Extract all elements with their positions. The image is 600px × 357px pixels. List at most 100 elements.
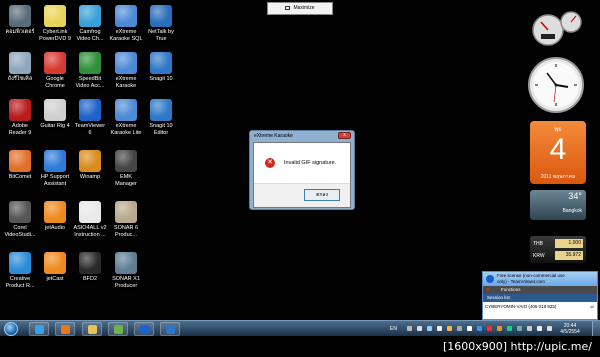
currency-gadget[interactable]: THB 1.000 KRW 35.972 — [530, 236, 586, 263]
taskbar-explorer-button[interactable] — [82, 322, 102, 336]
desktop-icon[interactable]: NetTalk by True — [141, 5, 181, 42]
desktop-icon[interactable]: BFD2 — [70, 252, 110, 283]
app-icon — [150, 99, 172, 121]
desktop-icon-label: Camfrog Video Ch... — [76, 29, 104, 42]
image-caption: [1600x900] http://upic.me/ — [0, 336, 600, 357]
calendar-day-number: 4 — [549, 133, 567, 166]
app-icon — [115, 201, 137, 223]
desktop-icon-label: EMK Manager — [115, 174, 137, 187]
desktop-icon[interactable]: HP Support Assistant — [35, 150, 75, 187]
desktop-icon-label: คอมพิวเตอร์ — [5, 29, 35, 35]
desktop-icon[interactable]: Google Chrome — [35, 52, 75, 89]
tray-icon[interactable] — [427, 326, 432, 331]
desktop-icon[interactable]: SpeedBit Video Acc... — [70, 52, 110, 89]
desktop-icon[interactable]: Winamp — [70, 150, 110, 181]
volume-icon[interactable] — [537, 326, 542, 331]
app-icon — [9, 201, 31, 223]
desktop-icon[interactable]: eXtreme Karaoke SQL — [106, 5, 146, 42]
desktop-icon[interactable]: คอมพิวเตอร์ — [0, 5, 40, 36]
app-icon — [9, 252, 31, 274]
desktop-icon[interactable]: Snagit 10 Editor — [141, 99, 181, 136]
desktop-icon[interactable]: Adobe Reader 9 — [0, 99, 40, 136]
desktop-icon[interactable]: jetCast — [35, 252, 75, 283]
start-button[interactable] — [4, 322, 18, 336]
desktop-icon[interactable]: Corel VideoStudi... — [0, 201, 40, 238]
show-desktop-button[interactable] — [592, 321, 600, 337]
desktop-icon[interactable]: TeamViewer 6 — [70, 99, 110, 136]
clock[interactable]: 20:44 4/5/2554 — [558, 323, 582, 335]
taskbar-ie-button[interactable] — [29, 322, 49, 336]
media-player-icon — [61, 325, 70, 334]
desktop-icon-label: BitComet — [8, 174, 32, 180]
dialog-title-bar[interactable]: eXtreme Karaoke x — [250, 131, 354, 141]
tray-icon[interactable] — [457, 326, 462, 331]
desktop-icon[interactable]: Creative Product R... — [0, 252, 40, 289]
currency-value: 35.972 — [555, 251, 583, 260]
weather-gadget[interactable]: 34° Bangkok — [530, 190, 586, 220]
desktop-icon-label: Snagit 10 Editor — [149, 123, 173, 136]
tray-icon[interactable] — [497, 326, 502, 331]
desktop-icon[interactable]: Snagit 10 — [141, 52, 181, 83]
tray-icon[interactable] — [417, 326, 422, 331]
desktop-icon[interactable]: ถังรีไซเคิล — [0, 52, 40, 83]
tray-icon[interactable] — [477, 326, 482, 331]
calendar-gadget[interactable]: พุธ 4 2011 พฤษภาคม — [530, 121, 586, 184]
desktop-icon[interactable]: jetAudio — [35, 201, 75, 232]
folder-icon — [88, 325, 97, 334]
taskbar-karaoke-button[interactable] — [108, 322, 128, 336]
ok-button[interactable]: ตกลง — [304, 189, 340, 201]
tray-icon[interactable] — [517, 326, 522, 331]
app-icon — [79, 99, 101, 121]
desktop-icon-label: Creative Product R... — [5, 276, 35, 289]
app-icon — [79, 201, 101, 223]
cpu-meter-gadget[interactable] — [531, 8, 583, 48]
app-icon — [44, 201, 66, 223]
language-indicator[interactable]: EN — [390, 326, 397, 332]
desktop-icon[interactable]: eXtreme Karaoke Lite — [106, 99, 146, 136]
dialog-message: Invalid GIF signature. — [284, 160, 337, 166]
desktop-icon-label: SONAR X1 Producer — [112, 276, 140, 289]
clock-gadget[interactable] — [527, 56, 585, 114]
app-icon — [79, 252, 101, 274]
desktop-icon[interactable]: EMK Manager — [106, 150, 146, 187]
desktop-icon[interactable]: Guitar Rig 4 — [35, 99, 75, 130]
tray-icon[interactable] — [407, 326, 412, 331]
tray-icon[interactable] — [467, 326, 472, 331]
session-row[interactable]: CYBERYOMIN-VAIO (405 018 925) ⇄ — [483, 302, 597, 311]
desktop-icon-label: jetCast — [46, 276, 64, 282]
maximize-button[interactable]: Maximize — [267, 2, 333, 15]
tray-icon[interactable] — [527, 326, 532, 331]
desktop-icon[interactable]: CyberLink PowerDVD 9 — [35, 5, 75, 42]
app-icon — [44, 99, 66, 121]
desktop-icon[interactable]: ASIO4ALL v2 Instruction ... — [70, 201, 110, 238]
teamviewer-icon — [140, 325, 149, 334]
teamviewer-popup: Free license (non-commercial use only) -… — [482, 271, 598, 320]
currency-code: THB — [533, 241, 543, 247]
desktop-icon-label: Adobe Reader 9 — [8, 123, 32, 136]
network-icon[interactable] — [547, 326, 552, 331]
taskbar-teamviewer-button[interactable] — [134, 322, 154, 336]
desktop-icon[interactable]: SONAR 6 Produc... — [106, 201, 146, 238]
close-icon[interactable]: ✕ — [486, 286, 490, 294]
app-icon — [9, 5, 31, 27]
currency-value: 1.000 — [555, 239, 583, 248]
app-icon — [115, 150, 137, 172]
taskbar-snagit-button[interactable] — [160, 322, 180, 336]
taskbar-media-button[interactable] — [55, 322, 75, 336]
app-icon — [79, 5, 101, 27]
desktop-icon[interactable]: SONAR X1 Producer — [106, 252, 146, 289]
tray-icon[interactable] — [447, 326, 452, 331]
desktop-icon[interactable]: BitComet — [0, 150, 40, 181]
dialog-close-button[interactable]: x — [338, 132, 351, 139]
error-icon: ✕ — [265, 158, 275, 168]
desktop-icon[interactable]: Camfrog Video Ch... — [70, 5, 110, 42]
session-action-icon[interactable]: ⇄ — [590, 302, 594, 311]
desktop-icon[interactable]: eXtreme Karaoke — [106, 52, 146, 89]
tray-icon[interactable] — [437, 326, 442, 331]
desktop-icon-label: SpeedBit Video Acc... — [75, 76, 105, 89]
app-icon — [9, 99, 31, 121]
desktop: Maximize คอมพิวเตอร์ CyberLink PowerDVD 9… — [0, 0, 600, 320]
teamviewer-functions-bar[interactable]: ✕ Functions — [483, 286, 597, 294]
tray-icon[interactable] — [487, 326, 492, 331]
tray-icon[interactable] — [507, 326, 512, 331]
